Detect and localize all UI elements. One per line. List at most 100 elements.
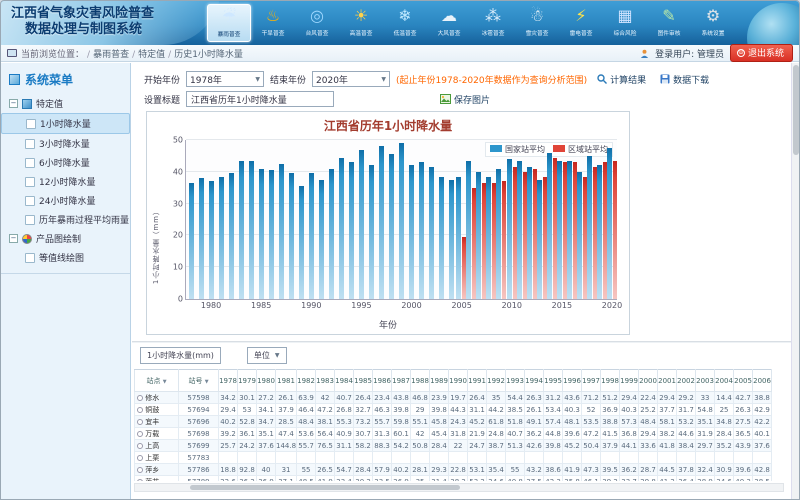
toolbar-item-rainstorm[interactable]: ☔暴雨普查 [207,4,251,42]
toolbar-item-risk-calculator[interactable]: ▦综合风险 [603,4,647,42]
calculate-button[interactable]: 计算结果 [593,72,650,87]
value-cell: 53.6 [297,428,316,440]
value-cell: 38.7 [487,440,506,452]
toolbar-item-lightning[interactable]: ⚡雷电普查 [559,4,603,42]
chevron-down-icon: ▼ [381,76,386,83]
toolbar-item-settings-wrench[interactable]: ⚙系统设置 [691,4,735,42]
toolbar-item-high-temp[interactable]: ☀高温普查 [339,4,383,42]
year-column-header: 1984 [335,370,354,392]
value-cell: 40.2 [392,464,411,476]
year-column-header: 1999 [620,370,639,392]
toolbar-item-hail[interactable]: ⁂冰雹普查 [471,4,515,42]
document-icon [25,158,35,168]
breadcrumb-item[interactable]: 特定值 [138,50,165,60]
breadcrumb-item[interactable]: 历史1小时降水量 [174,50,243,60]
value-cell: 55.1 [411,416,430,428]
unit-dropdown[interactable]: 单位▼ [247,347,287,364]
row-radio-button[interactable] [137,395,143,401]
toolbar-item-label: 综合风险 [614,28,637,37]
table-row: 莲花5778922.636.236.937.148.541.923.430.23… [135,476,772,482]
row-radio-button[interactable] [137,455,143,461]
value-cell: 22 [449,440,468,452]
y-tick-label: 30 [173,199,183,208]
national-station-bar [369,165,374,299]
row-radio-button[interactable] [137,419,143,425]
row-radio-button[interactable] [137,443,143,449]
row-radio-button[interactable] [137,431,143,437]
hscroll-thumb[interactable] [190,485,460,490]
year-slot-2019 [597,140,607,299]
value-cell: 31.7 [677,404,696,416]
chart-y-axis-label: 1小时降水量（mm） [151,207,161,284]
chart-title-input[interactable]: 江西省历年1小时降水量 [186,91,334,107]
value-cell: 28.4 [715,428,734,440]
sidebar-item-leaf[interactable]: 3小时降水量 [1,134,130,153]
toolbar-item-gale[interactable]: ☁大风普查 [427,4,471,42]
toolbar-item-low-temp[interactable]: ❄低温普查 [383,4,427,42]
station-id-column-header[interactable]: 站号 ▼ [179,370,219,392]
toolbar-item-label: 图件审核 [658,28,681,37]
vscroll-thumb[interactable] [793,65,799,155]
national-station-bar [239,161,244,299]
value-cell: 31.1 [335,440,354,452]
row-radio-button[interactable] [137,467,143,473]
value-cell [297,452,316,464]
value-cell: 42.9 [753,404,772,416]
value-cell: 52.8 [238,416,257,428]
map-review-icon: ✎ [656,4,682,28]
value-cell: 26.1 [525,404,544,416]
toolbar-item-label: 低温普查 [394,28,417,37]
value-cell: 33 [696,392,715,404]
tree-expander-icon[interactable]: − [9,234,18,243]
sidebar-item-leaf[interactable]: 1小时降水量 [1,113,130,134]
station-id-cell: 57696 [179,416,219,428]
row-radio-button[interactable] [137,479,143,482]
value-cell: 36.9 [601,404,620,416]
save-image-button[interactable]: 保存图片 [436,92,494,107]
toolbar-item-drought[interactable]: ♨干旱普查 [251,4,295,42]
value-cell: 35 [487,392,506,404]
y-tick-label: 50 [173,136,183,145]
national-station-bar [547,153,552,299]
value-cell: 37.6 [257,440,276,452]
station-column-header[interactable]: 站点 ▼ [135,370,179,392]
toolbar-item-typhoon[interactable]: ◎台风普查 [295,4,339,42]
sidebar-item-leaf[interactable]: 24小时降水量 [1,191,130,210]
page-vertical-scrollbar[interactable] [791,63,799,499]
value-cell: 40.9 [335,428,354,440]
value-cell: 40.1 [753,428,772,440]
data-download-button[interactable]: 数据下载 [656,72,713,87]
value-cell: 29.4 [658,392,677,404]
tree-expander-icon[interactable]: − [9,99,18,108]
main-toolbar: ☔暴雨普查♨干旱普查◎台风普查☀高温普查❄低温普查☁大风普查⁂冰雹普查☃雪灾普查… [207,4,735,42]
sidebar-item-leaf[interactable]: 历年暴雨过程平均雨量 [1,210,130,229]
toolbar-item-map-review[interactable]: ✎图件审核 [647,4,691,42]
value-cell: 34.2 [219,392,238,404]
national-station-bar [607,148,612,299]
value-cell: 57.3 [620,416,639,428]
start-year-select[interactable]: 1978年▼ [186,71,264,87]
exit-system-button[interactable]: ⏼退出系统 [730,44,793,62]
toolbar-item-snow[interactable]: ☃雪灾普查 [515,4,559,42]
sidebar-item-group[interactable]: −特定值 [1,94,130,113]
sidebar-item-group[interactable]: −产品图绘制 [1,229,130,248]
value-cell: 26.3 [734,404,753,416]
value-cell: 55 [297,464,316,476]
station-name-cell: 上高 [135,440,179,452]
row-radio-button[interactable] [137,407,143,413]
app-window: 江西省气象灾害风险普查 数据处理与制图系统 ☔暴雨普查♨干旱普查◎台风普查☀高温… [0,0,800,500]
end-year-select[interactable]: 2020年▼ [312,71,390,87]
table-horizontal-scrollbar[interactable] [134,483,784,492]
set-title-label: 设置标题 [144,93,180,106]
sidebar-item-leaf[interactable]: 12小时降水量 [1,172,130,191]
value-cell: 51.3 [506,440,525,452]
year-slot-1989 [296,140,306,299]
chevron-down-icon: ▼ [275,352,280,359]
station-name-cell: 铜鼓 [135,404,179,416]
sidebar-item-leaf[interactable]: 等值线绘图 [1,248,130,267]
value-cell: 25.2 [639,404,658,416]
user-bar: 登录用户: 管理员 ⏼退出系统 [640,44,793,62]
year-column-header: 2003 [696,370,715,392]
breadcrumb-item[interactable]: 暴雨普查 [93,50,129,60]
sidebar-item-leaf[interactable]: 6小时降水量 [1,153,130,172]
